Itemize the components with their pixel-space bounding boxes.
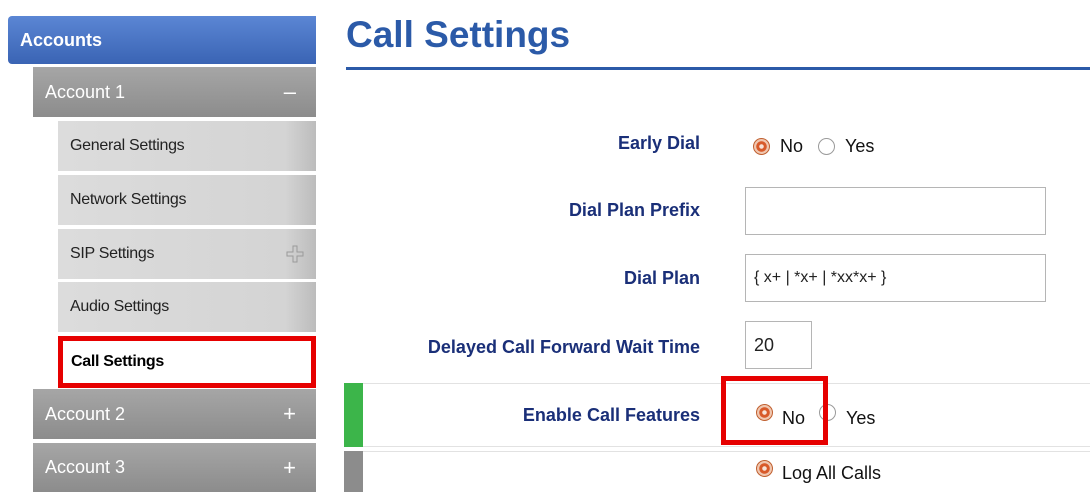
sidebar-item-general-settings[interactable]: General Settings <box>58 121 316 171</box>
early-dial-label: Early Dial <box>617 133 700 153</box>
sidebar-item-label: Call Settings <box>71 353 165 370</box>
status-bar-green <box>344 383 363 447</box>
sidebar-item-label: SIP Settings <box>70 245 155 262</box>
sidebar-account-3[interactable]: Account 3 + <box>33 443 316 492</box>
early-dial-yes-label: Yes <box>845 136 875 156</box>
highlight-box <box>721 376 828 445</box>
log-all-calls-radio[interactable] <box>756 460 773 477</box>
delayed-call-forward-input[interactable] <box>745 321 812 369</box>
sidebar-item-call-settings[interactable]: Call Settings <box>58 336 316 388</box>
collapse-icon[interactable]: – <box>284 67 296 117</box>
sidebar-item-label: Audio Settings <box>70 298 169 315</box>
page-title: Call Settings <box>346 14 571 55</box>
title-divider <box>346 67 1090 70</box>
enable-call-features-label: Enable Call Features <box>522 405 700 425</box>
sidebar-item-label: General Settings <box>70 137 185 154</box>
call-log-row <box>344 451 1090 492</box>
sidebar-item-network-settings[interactable]: Network Settings <box>58 175 316 225</box>
sidebar-account-1[interactable]: Account 1 – <box>33 67 316 117</box>
expand-icon[interactable]: + <box>283 389 296 439</box>
expand-plus-icon[interactable] <box>286 245 304 263</box>
early-dial-yes-radio[interactable] <box>818 138 835 155</box>
status-bar-gray <box>344 451 363 492</box>
enable-call-features-row <box>344 383 1090 447</box>
log-all-calls-label: Log All Calls <box>782 463 882 483</box>
enable-call-features-yes-label: Yes <box>846 408 876 428</box>
sidebar-account-2[interactable]: Account 2 + <box>33 389 316 439</box>
account-label: Account 3 <box>45 457 126 477</box>
early-dial-no-radio[interactable] <box>753 138 770 155</box>
sidebar-item-sip-settings[interactable]: SIP Settings <box>58 229 316 279</box>
account-label: Account 2 <box>45 404 126 424</box>
account-label: Account 1 <box>45 82 126 102</box>
delayed-call-forward-label: Delayed Call Forward Wait Time <box>427 337 700 357</box>
expand-icon[interactable]: + <box>283 443 296 492</box>
dial-plan-prefix-input[interactable] <box>745 187 1046 235</box>
dial-plan-label: Dial Plan <box>623 268 700 288</box>
accounts-header[interactable]: Accounts <box>8 16 316 64</box>
dial-plan-input[interactable] <box>745 254 1046 302</box>
sidebar-item-audio-settings[interactable]: Audio Settings <box>58 282 316 332</box>
sidebar-item-label: Network Settings <box>70 191 187 208</box>
early-dial-no-label: No <box>780 136 804 156</box>
dial-plan-prefix-label: Dial Plan Prefix <box>568 200 700 220</box>
